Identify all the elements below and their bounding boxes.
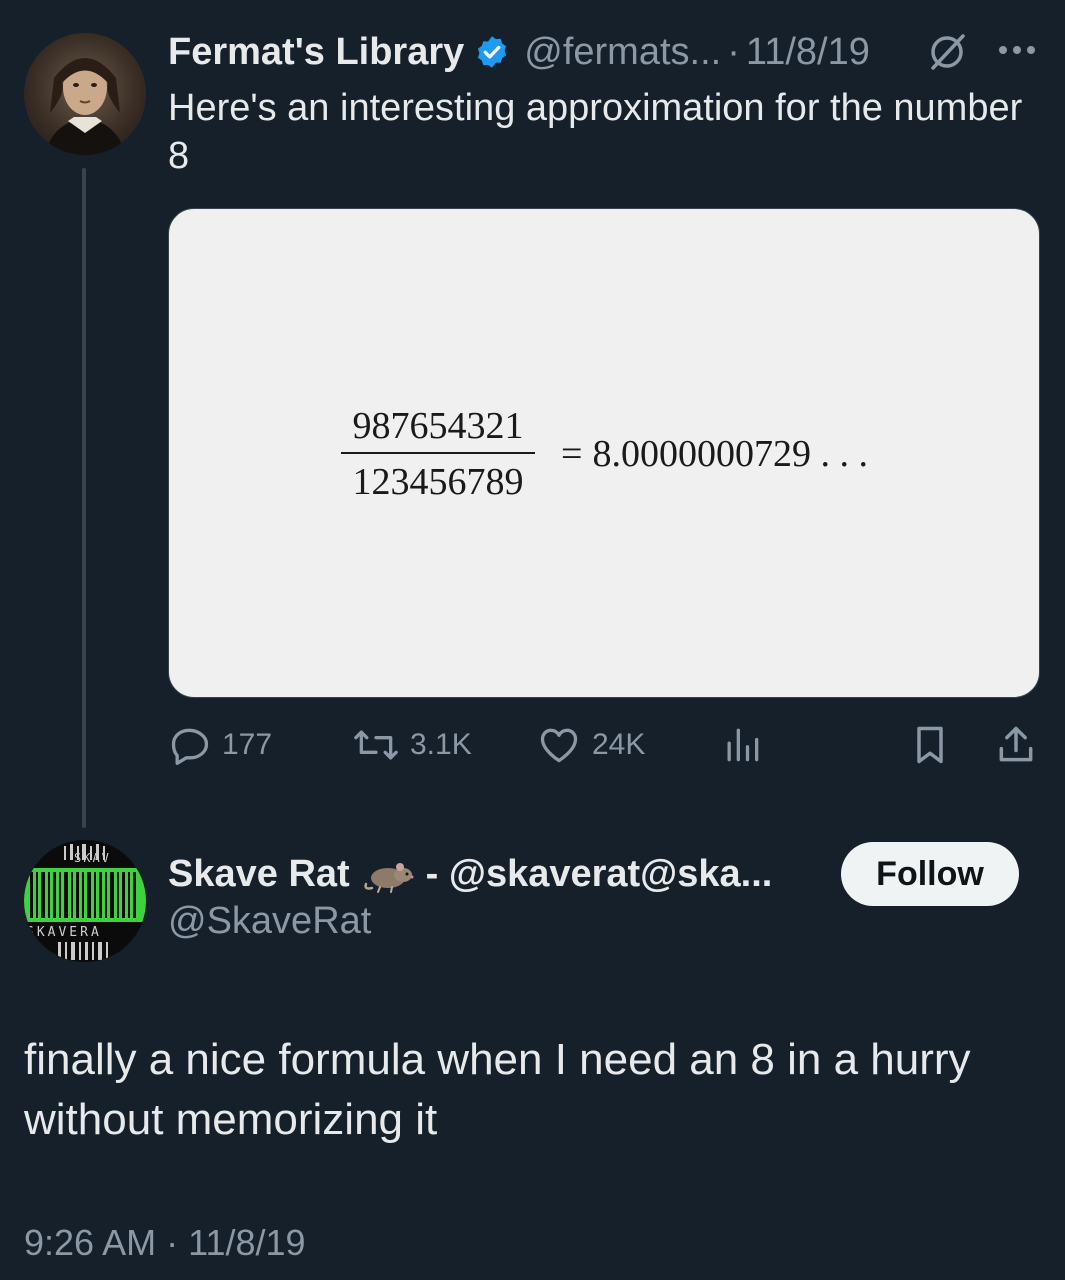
- fermats-library-avatar[interactable]: [24, 33, 146, 155]
- grok-icon[interactable]: [925, 30, 969, 74]
- reply-author-name-line: Skave Rat - @skaverat@ska...: [168, 850, 772, 898]
- fraction: 987654321 123456789: [341, 404, 535, 504]
- retweet-count: 3.1K: [410, 728, 472, 761]
- author-display-name[interactable]: Fermat's Library: [168, 31, 464, 74]
- share-icon: [999, 726, 1033, 762]
- heart-icon: [540, 728, 578, 763]
- reply-icon: [171, 728, 209, 765]
- author-handle[interactable]: @fermats...: [524, 31, 721, 74]
- tweet-action-bar: 177 3.1K 24K: [168, 720, 1040, 770]
- views-icon: [727, 728, 759, 762]
- equals-sign: =: [561, 433, 583, 475]
- formula-result: 8.0000000729 . . .: [592, 433, 868, 475]
- more-icon[interactable]: [994, 30, 1040, 70]
- follow-button[interactable]: Follow: [841, 842, 1019, 906]
- reply-button[interactable]: 177: [168, 720, 272, 770]
- bookmark-button[interactable]: [908, 720, 962, 770]
- verified-badge-icon: [478, 36, 507, 68]
- header-separator: ·: [727, 30, 740, 73]
- tweet-date[interactable]: 11/8/19: [746, 31, 870, 74]
- reply-count: 177: [222, 728, 273, 761]
- avatar-text-top: SKAV: [74, 851, 111, 865]
- reply-tweet-text: finally a nice formula when I need an 8 …: [24, 1035, 971, 1144]
- barcode-avatar-image: SKAV SKAVERA: [24, 840, 146, 962]
- bookmark-icon: [917, 726, 943, 764]
- retweet-button[interactable]: 3.1K: [352, 720, 472, 770]
- fraction-bar: [341, 452, 535, 454]
- portrait-image: [44, 58, 126, 155]
- reply-author-handle[interactable]: @SkaveRat: [168, 900, 371, 943]
- retweet-icon: [354, 730, 398, 760]
- reply-author-name-suffix[interactable]: - @skaverat@ska...: [426, 853, 773, 896]
- share-button[interactable]: [994, 720, 1048, 770]
- reply-author-display-name[interactable]: Skave Rat: [168, 853, 350, 896]
- numerator: 987654321: [352, 405, 524, 447]
- skaverat-avatar[interactable]: SKAV SKAVERA: [24, 840, 146, 962]
- like-button[interactable]: 24K: [536, 720, 645, 770]
- original-tweet-header: Fermat's Library @fermats... · 11/8/19: [168, 28, 870, 76]
- reply-time: 9:26 AM: [24, 1222, 157, 1263]
- reply-timestamp[interactable]: 9:26 AM · 11/8/19: [24, 1222, 306, 1264]
- views-button[interactable]: [720, 720, 774, 770]
- like-count: 24K: [592, 728, 646, 761]
- thread-connector-line: [82, 168, 86, 828]
- formula: 987654321 123456789 = 8.0000000729 . . .: [341, 404, 868, 504]
- denominator: 123456789: [352, 461, 524, 503]
- reply-date: 11/8/19: [188, 1222, 306, 1263]
- rat-emoji-icon: [364, 863, 414, 893]
- timestamp-separator: ·: [166, 1222, 179, 1263]
- avatar-text-bottom: SKAVERA: [26, 925, 102, 940]
- tweet-text: Here's an interesting approximation for …: [168, 87, 1023, 177]
- tweet-media-image[interactable]: 987654321 123456789 = 8.0000000729 . . .: [168, 208, 1040, 698]
